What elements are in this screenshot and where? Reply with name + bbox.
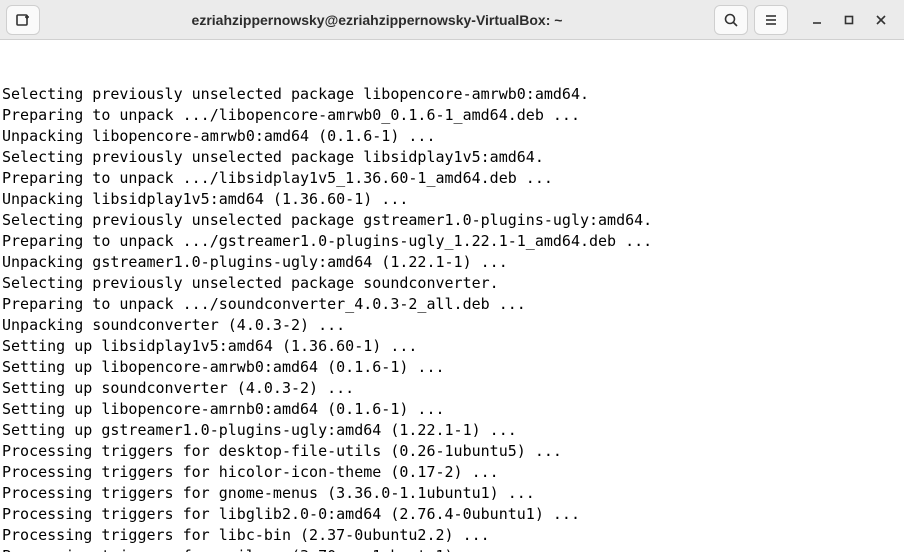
terminal-area[interactable]: Selecting previously unselected package … bbox=[0, 40, 904, 552]
terminal-line: Unpacking libsidplay1v5:amd64 (1.36.60-1… bbox=[2, 189, 902, 210]
terminal-line: Setting up soundconverter (4.0.3-2) ... bbox=[2, 378, 902, 399]
terminal-line: Preparing to unpack .../libsidplay1v5_1.… bbox=[2, 168, 902, 189]
maximize-icon bbox=[843, 14, 855, 26]
terminal-line: Processing triggers for libc-bin (2.37-0… bbox=[2, 525, 902, 546]
terminal-line: Selecting previously unselected package … bbox=[2, 210, 902, 231]
terminal-line: Processing triggers for hicolor-icon-the… bbox=[2, 462, 902, 483]
titlebar: ezriahzippernowsky@ezriahzippernowsky-Vi… bbox=[0, 0, 904, 40]
terminal-line: Unpacking gstreamer1.0-plugins-ugly:amd6… bbox=[2, 252, 902, 273]
terminal-line: Selecting previously unselected package … bbox=[2, 273, 902, 294]
titlebar-right bbox=[714, 5, 898, 35]
menu-button[interactable] bbox=[754, 5, 788, 35]
close-icon bbox=[875, 14, 887, 26]
window-title: ezriahzippernowsky@ezriahzippernowsky-Vi… bbox=[46, 12, 708, 28]
terminal-line: Setting up libsidplay1v5:amd64 (1.36.60-… bbox=[2, 336, 902, 357]
terminal-line: Preparing to unpack .../libopencore-amrw… bbox=[2, 105, 902, 126]
terminal-line: Preparing to unpack .../soundconverter_4… bbox=[2, 294, 902, 315]
minimize-button[interactable] bbox=[808, 11, 826, 29]
terminal-line: Selecting previously unselected package … bbox=[2, 147, 902, 168]
new-tab-button[interactable] bbox=[6, 5, 40, 35]
window-controls bbox=[808, 11, 890, 29]
close-button[interactable] bbox=[872, 11, 890, 29]
terminal-line: Selecting previously unselected package … bbox=[2, 84, 902, 105]
terminal-line: Processing triggers for desktop-file-uti… bbox=[2, 441, 902, 462]
maximize-button[interactable] bbox=[840, 11, 858, 29]
search-button[interactable] bbox=[714, 5, 748, 35]
terminal-line: Processing triggers for mailcap (3.70+nm… bbox=[2, 546, 902, 552]
hamburger-icon bbox=[763, 12, 779, 28]
new-tab-icon bbox=[15, 12, 31, 28]
terminal-line: Setting up gstreamer1.0-plugins-ugly:amd… bbox=[2, 420, 902, 441]
terminal-line: Unpacking soundconverter (4.0.3-2) ... bbox=[2, 315, 902, 336]
terminal-line: Unpacking libopencore-amrwb0:amd64 (0.1.… bbox=[2, 126, 902, 147]
search-icon bbox=[723, 12, 739, 28]
terminal-line: Processing triggers for gnome-menus (3.3… bbox=[2, 483, 902, 504]
terminal-line: Processing triggers for libglib2.0-0:amd… bbox=[2, 504, 902, 525]
terminal-line: Preparing to unpack .../gstreamer1.0-plu… bbox=[2, 231, 902, 252]
terminal-line: Setting up libopencore-amrnb0:amd64 (0.1… bbox=[2, 399, 902, 420]
terminal-line: Setting up libopencore-amrwb0:amd64 (0.1… bbox=[2, 357, 902, 378]
terminal-output: Selecting previously unselected package … bbox=[2, 84, 902, 552]
minimize-icon bbox=[811, 14, 823, 26]
titlebar-left bbox=[6, 5, 40, 35]
